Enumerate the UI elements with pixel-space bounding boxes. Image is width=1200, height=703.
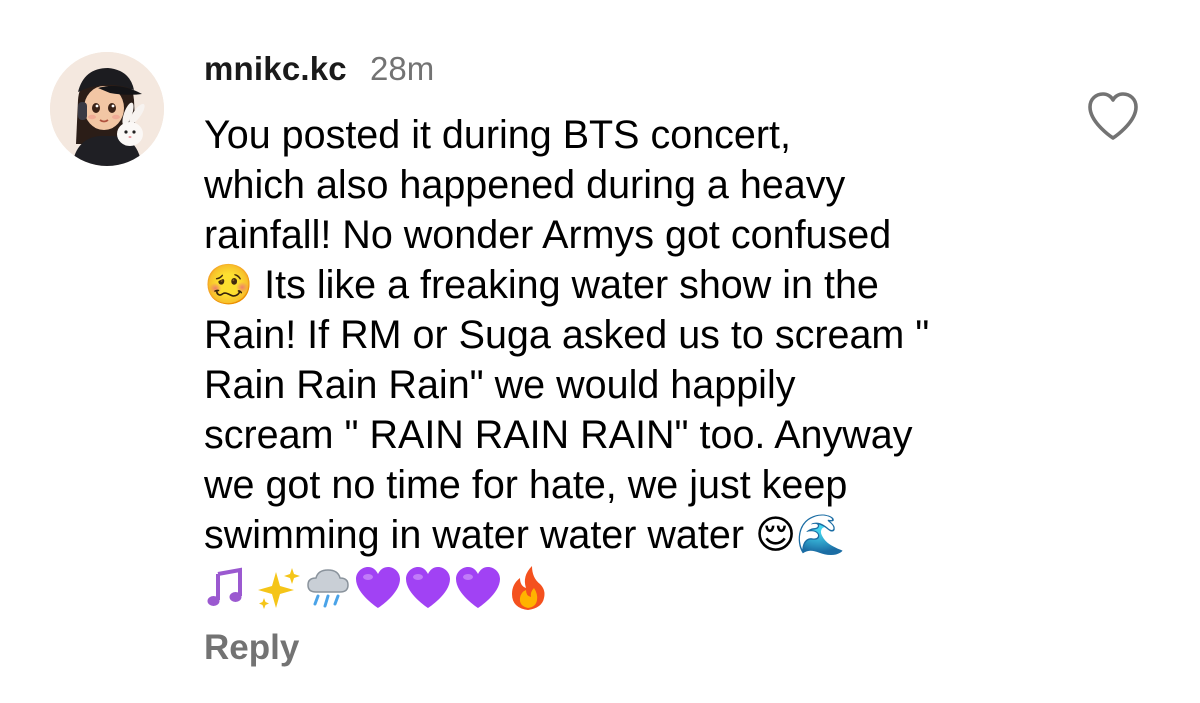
- avatar-image: [50, 52, 164, 166]
- heart-outline-icon: [1088, 92, 1138, 140]
- reply-button[interactable]: Reply: [204, 628, 299, 668]
- comment-username[interactable]: mnikc.kc: [204, 50, 347, 88]
- fire-icon: [512, 566, 545, 610]
- purple-heart-icon: [456, 567, 500, 608]
- sparkles-icon: [258, 568, 300, 609]
- musical-notes-icon: [207, 567, 242, 606]
- comment-item: mnikc.kc 28m You posted it during BTS co…: [0, 0, 1200, 703]
- comment-text: You posted it during BTS concert, which …: [204, 113, 930, 557]
- comment-emoji-line: [204, 563, 552, 613]
- purple-heart-icon: [356, 567, 400, 608]
- like-button[interactable]: [1084, 90, 1142, 142]
- purple-heart-icon: [406, 567, 450, 608]
- comment-timestamp: 28m: [370, 50, 435, 87]
- cloud-with-rain-icon: [307, 569, 349, 608]
- avatar[interactable]: [50, 52, 164, 166]
